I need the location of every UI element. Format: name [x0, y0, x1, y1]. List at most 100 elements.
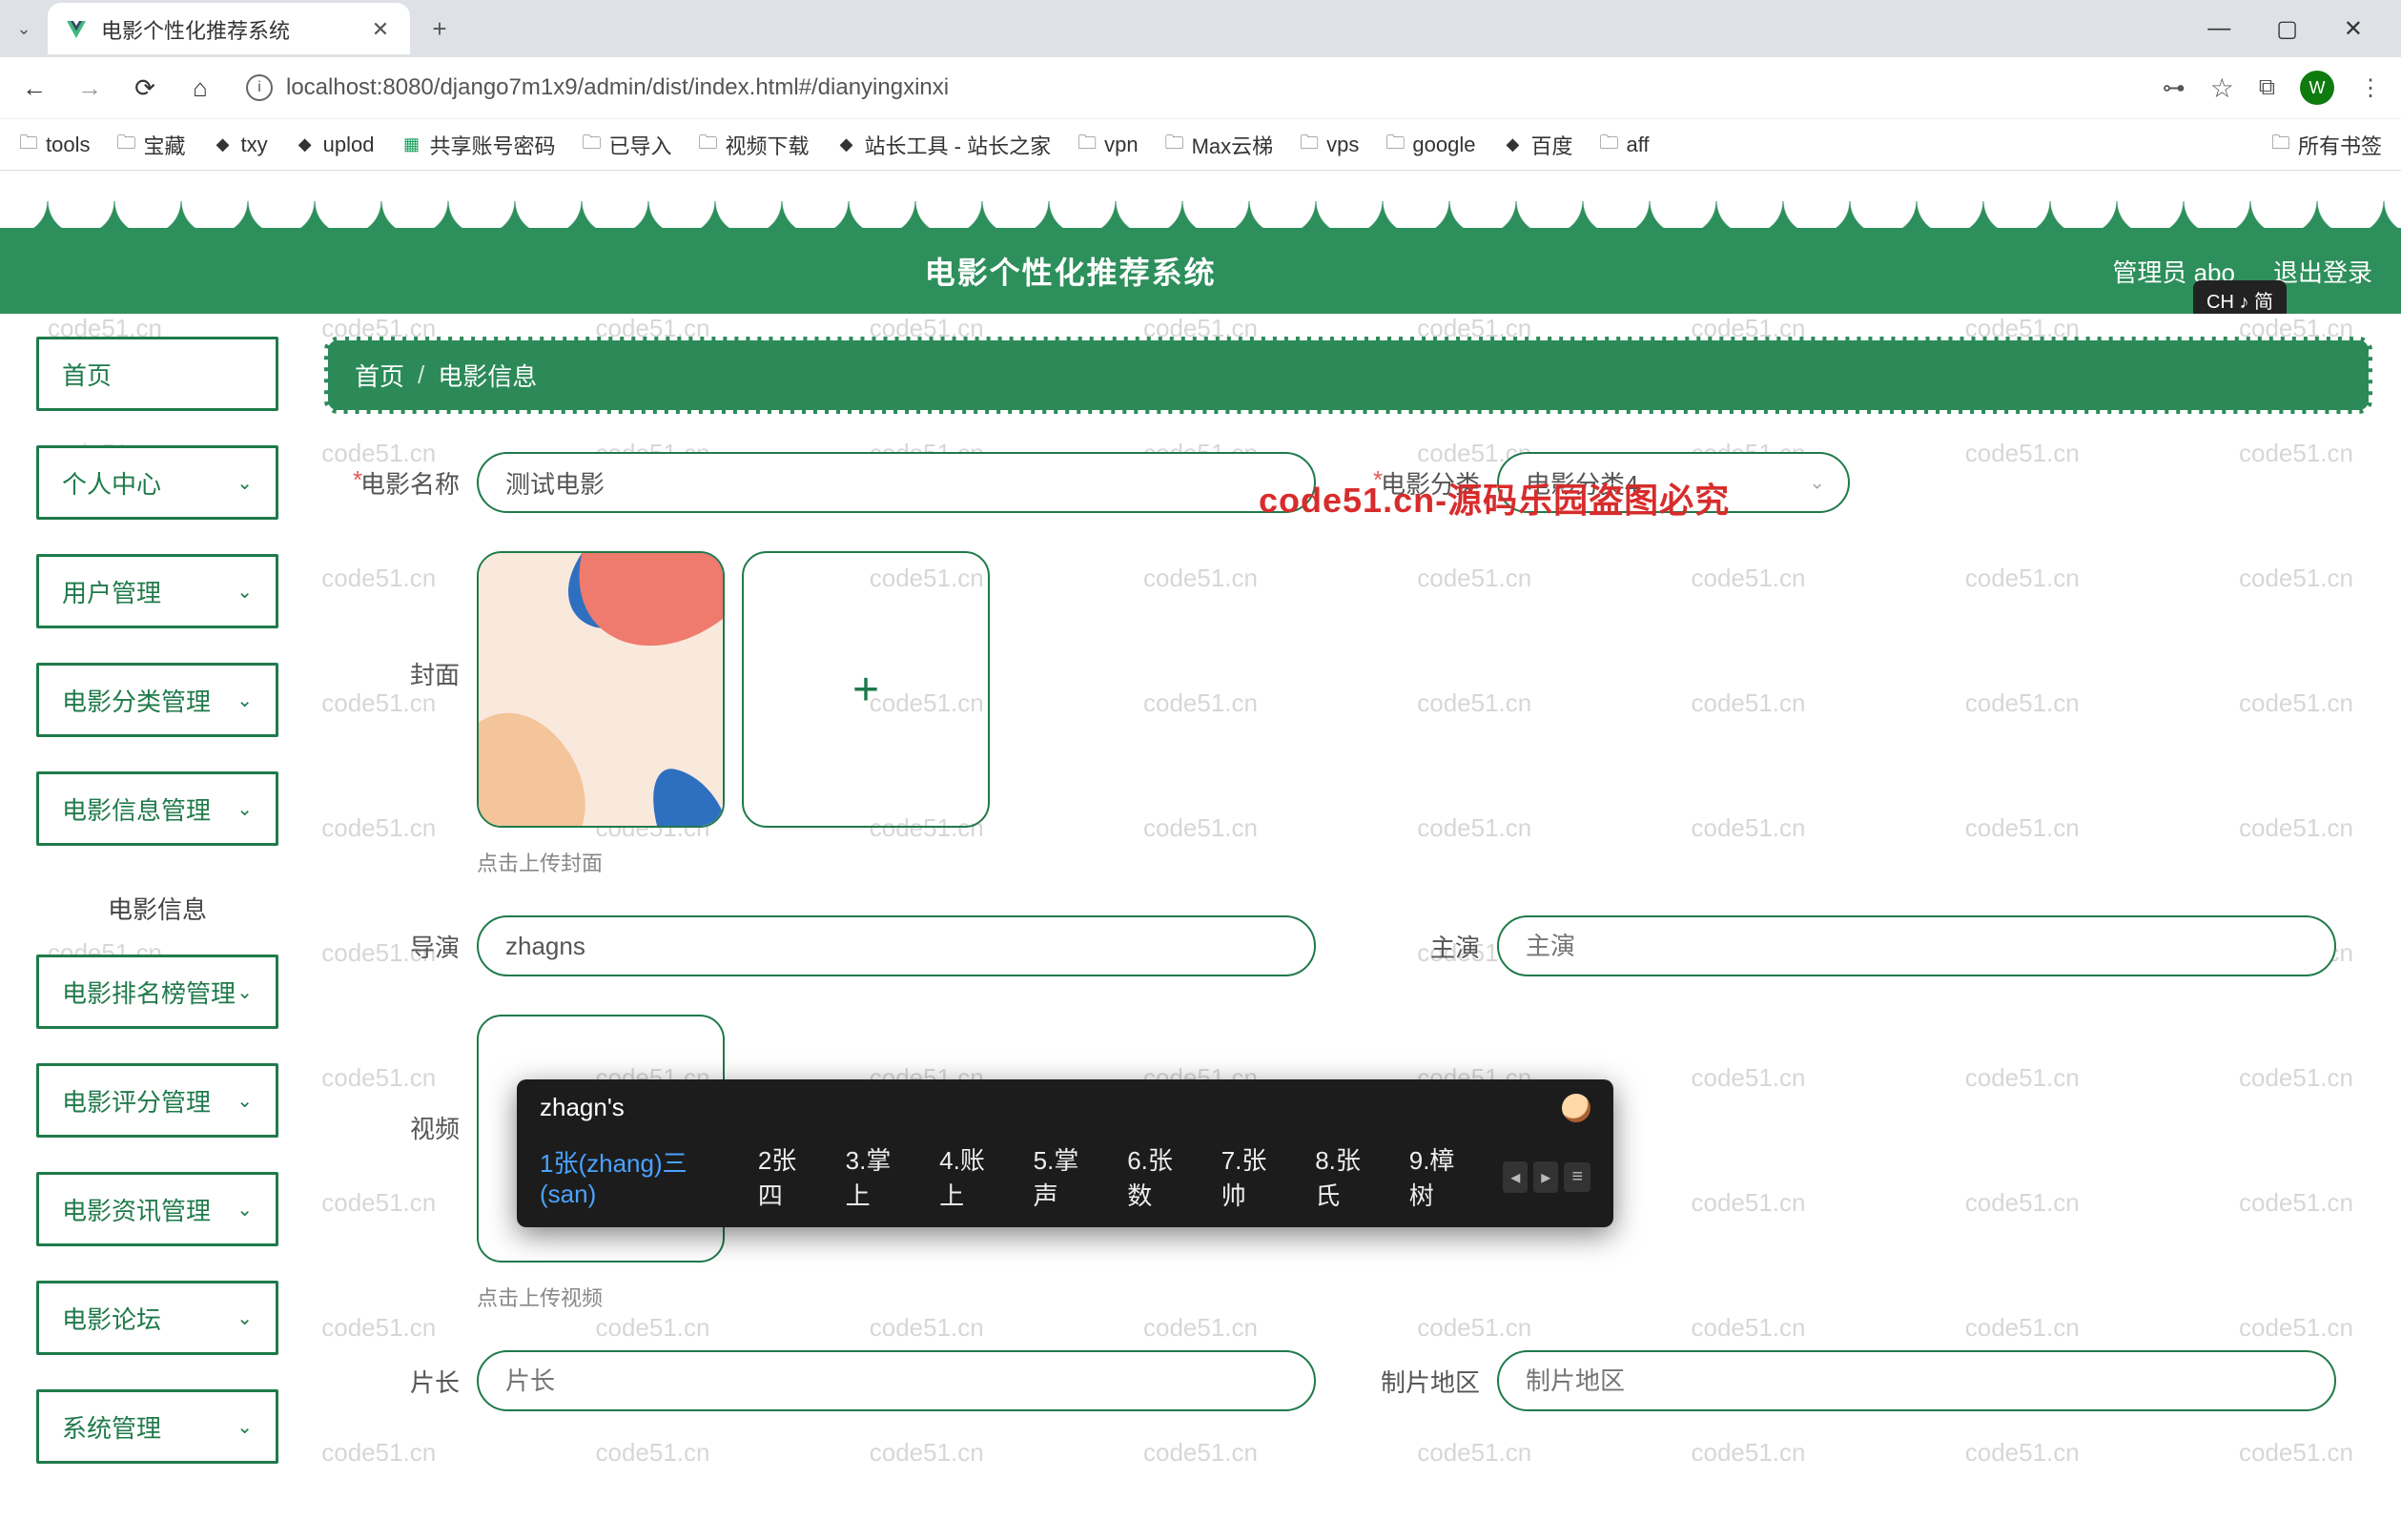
- bookmark-label: tools: [46, 133, 90, 157]
- sidebar-item[interactable]: 电影分类管理 ⌄: [36, 663, 278, 737]
- menu-icon[interactable]: ⋮: [2359, 74, 2382, 102]
- bookmark-item[interactable]: ▦共享账号密码: [400, 130, 555, 160]
- chevron-down-icon: ⌄: [1809, 471, 1825, 495]
- ime-composition-text: zhagn's: [540, 1093, 625, 1122]
- cover-thumbnail[interactable]: [477, 551, 725, 828]
- tab-dropdown-icon[interactable]: ⌄: [10, 19, 38, 39]
- ime-candidate[interactable]: 2张四: [758, 1141, 817, 1212]
- tab-close-icon[interactable]: ✕: [370, 17, 391, 42]
- forward-icon[interactable]: →: [74, 72, 105, 103]
- starring-input[interactable]: [1497, 915, 2336, 976]
- bookmark-item[interactable]: 🗀Max云梯: [1165, 129, 1274, 161]
- sidebar-item[interactable]: 电影排名榜管理⌄: [36, 955, 278, 1029]
- ime-expand-icon[interactable]: ≡: [1564, 1162, 1590, 1192]
- bookmark-item[interactable]: 🗀google: [1385, 129, 1475, 161]
- back-icon[interactable]: ←: [19, 72, 50, 103]
- breadcrumb-home[interactable]: 首页: [355, 358, 404, 393]
- ime-candidate[interactable]: 5.掌声: [1034, 1141, 1099, 1212]
- folder-icon: 🗀: [2271, 129, 2290, 161]
- bookmark-item[interactable]: 🗀宝藏: [116, 129, 185, 161]
- bookmark-item[interactable]: ◆站长工具 - 站长之家: [836, 130, 1052, 160]
- sidebar-item[interactable]: 电影信息管理⌄: [36, 771, 278, 846]
- ime-paging[interactable]: ◂▸≡: [1503, 1161, 1590, 1193]
- sidebar-item[interactable]: 电影评分管理⌄: [36, 1063, 278, 1138]
- app-body: code51.cncode51.cncode51.cncode51.cncode…: [0, 314, 2401, 1540]
- ime-candidate[interactable]: 9.樟树: [1409, 1141, 1475, 1212]
- browser-tab[interactable]: 电影个性化推荐系统 ✕: [48, 3, 410, 54]
- director-input[interactable]: [477, 915, 1316, 976]
- bookmark-label: txy: [241, 133, 268, 157]
- ime-candidate[interactable]: 4.账上: [939, 1141, 1005, 1212]
- sidebar-item-label: 首页: [62, 357, 112, 392]
- breadcrumb-sep: /: [418, 360, 424, 390]
- sidebar-item[interactable]: 电影信息: [36, 871, 278, 945]
- bookmarks-bar: 🗀tools🗀宝藏◆txy◆uplod▦共享账号密码🗀已导入🗀视频下载◆站长工具…: [0, 118, 2401, 170]
- chevron-down-icon: ⌄: [236, 688, 253, 712]
- home-icon[interactable]: ⌂: [185, 72, 215, 103]
- bookmark-item[interactable]: 🗀vps: [1300, 129, 1359, 161]
- bookmark-label: 视频下载: [726, 130, 810, 160]
- label-video: 视频: [334, 1015, 477, 1145]
- bookmark-label: uplod: [323, 133, 375, 157]
- bookmark-item[interactable]: 🗀 视频下载: [699, 129, 810, 161]
- bookmark-label: aff: [1626, 133, 1649, 157]
- sidebar-item-label: 系统管理: [62, 1409, 161, 1445]
- extensions-icon[interactable]: ⧉: [2259, 74, 2275, 101]
- bookmark-star-icon[interactable]: ☆: [2210, 72, 2234, 104]
- url-bar[interactable]: i localhost:8080/django7m1x9/admin/dist/…: [240, 74, 2138, 101]
- close-window-icon[interactable]: ✕: [2344, 15, 2363, 43]
- sidebar: 首页个人中心⌄用户管理⌄电影分类管理⌄电影信息管理⌄电影信息电影排名榜管理⌄电影…: [0, 314, 315, 1540]
- category-value[interactable]: [1497, 452, 1850, 513]
- key-icon[interactable]: ⊶: [2163, 74, 2186, 102]
- ime-candidate[interactable]: 7.张帅: [1221, 1141, 1287, 1212]
- sidebar-item[interactable]: 系统管理⌄: [36, 1389, 278, 1464]
- bookmark-item[interactable]: 🗀tools: [19, 129, 90, 161]
- label-category: 电影分类: [1354, 465, 1497, 501]
- vue-favicon-icon: [65, 18, 88, 41]
- length-input[interactable]: [477, 1350, 1316, 1411]
- bookmark-item[interactable]: 🗀aff: [1599, 129, 1649, 161]
- sidebar-item-label: 电影评分管理: [62, 1083, 211, 1119]
- sidebar-item[interactable]: 首页: [36, 337, 278, 411]
- minimize-icon[interactable]: —: [2207, 15, 2230, 42]
- label-cover: 封面: [334, 551, 477, 691]
- category-select[interactable]: ⌄: [1497, 452, 1850, 513]
- profile-avatar[interactable]: W: [2300, 71, 2334, 105]
- all-bookmarks[interactable]: 🗀 所有书签: [2271, 129, 2382, 161]
- maximize-icon[interactable]: ▢: [2276, 15, 2298, 43]
- logout-link[interactable]: 退出登录: [2273, 254, 2372, 289]
- bookmark-label: vpn: [1104, 133, 1138, 157]
- reload-icon[interactable]: ⟳: [130, 72, 160, 103]
- bookmark-item[interactable]: ◆uplod: [295, 133, 375, 157]
- ime-next-icon[interactable]: ▸: [1533, 1161, 1558, 1193]
- sidebar-item[interactable]: 用户管理⌄: [36, 554, 278, 628]
- upload-cover-button[interactable]: +: [742, 551, 990, 828]
- bookmark-item[interactable]: ◆ txy: [213, 133, 268, 157]
- browser-chrome: ⌄ 电影个性化推荐系统 ✕ + — ▢ ✕ ← → ⟳ ⌂ i localhos…: [0, 0, 2401, 171]
- bookmark-item[interactable]: 🗀已导入: [582, 129, 671, 161]
- sidebar-item[interactable]: 电影论坛⌄: [36, 1281, 278, 1355]
- site-favicon-icon: ◆: [836, 134, 857, 155]
- ime-candidate[interactable]: 8.张氏: [1315, 1141, 1381, 1212]
- ime-prev-icon[interactable]: ◂: [1503, 1161, 1528, 1193]
- sidebar-item[interactable]: 个人中心⌄: [36, 445, 278, 520]
- ime-composition: zhagn's: [517, 1079, 1613, 1130]
- sidebar-item-label: 电影排名榜管理: [62, 975, 236, 1010]
- region-input[interactable]: [1497, 1350, 2336, 1411]
- ime-candidate[interactable]: 6.张数: [1127, 1141, 1193, 1212]
- sidebar-item-label: 电影分类管理: [62, 683, 211, 718]
- bookmark-item[interactable]: 🗀vpn: [1077, 129, 1138, 161]
- site-info-icon[interactable]: i: [246, 74, 273, 101]
- movie-name-input[interactable]: [477, 452, 1316, 513]
- new-tab-button[interactable]: +: [420, 9, 460, 49]
- tab-strip: ⌄ 电影个性化推荐系统 ✕ + — ▢ ✕: [0, 0, 2401, 57]
- bookmark-item[interactable]: ◆百度: [1502, 130, 1572, 160]
- ime-candidate[interactable]: 3.掌上: [846, 1141, 912, 1212]
- sidebar-item-label: 电影资讯管理: [62, 1192, 211, 1227]
- ime-candidate[interactable]: 1张(zhang)三(san): [540, 1144, 729, 1209]
- label-movie-name: 电影名称: [334, 465, 477, 501]
- sidebar-item-label: 电影信息管理: [62, 791, 211, 827]
- sidebar-item[interactable]: 电影资讯管理⌄: [36, 1172, 278, 1246]
- site-favicon-icon: ◆: [213, 134, 234, 155]
- folder-icon: 🗀: [699, 129, 718, 161]
